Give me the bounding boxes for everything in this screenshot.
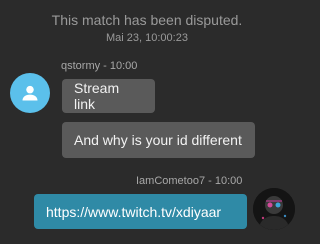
message-bubble[interactable]: And why is your id different [62, 122, 255, 158]
default-avatar[interactable] [10, 73, 50, 113]
sender-meta-qstormy: qstormy - 10:00 [61, 60, 138, 72]
sender-meta-iamcometoo7: IamCometoo7 - 10:00 [136, 175, 243, 187]
dispute-notice: This match has been disputed. [51, 12, 243, 28]
dispute-timestamp: Mai 23, 10:00:23 [106, 32, 188, 44]
profile-avatar[interactable] [253, 188, 295, 230]
message-link[interactable]: https://www.twitch.tv/xdiyaar [46, 204, 221, 220]
message-bubble[interactable]: https://www.twitch.tv/xdiyaar [34, 194, 247, 229]
message-text: And why is your id different [74, 132, 242, 148]
message-text: Stream link [74, 80, 120, 112]
profile-photo [253, 188, 295, 230]
user-icon [22, 85, 38, 101]
message-bubble[interactable]: Stream link [62, 79, 155, 113]
